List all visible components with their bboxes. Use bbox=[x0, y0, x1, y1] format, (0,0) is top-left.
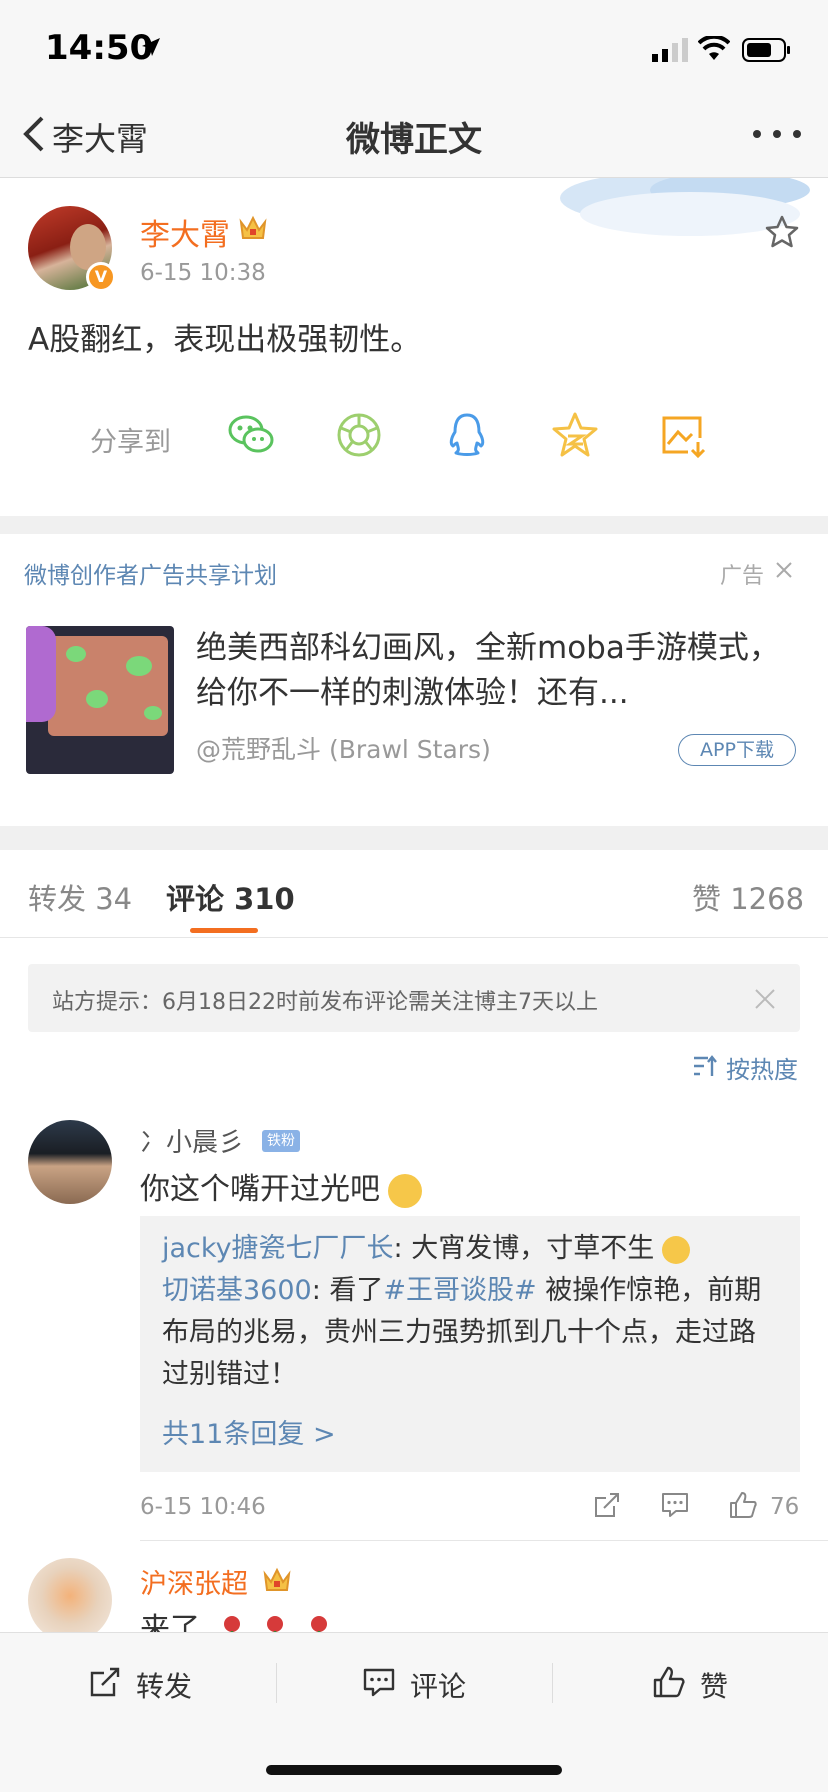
share-icon[interactable] bbox=[592, 1490, 622, 1520]
reply-text: : 大宵发博，寸草不生 bbox=[393, 1233, 655, 1264]
hashtag-link[interactable]: #王哥谈股# bbox=[383, 1275, 536, 1306]
battery-icon bbox=[742, 38, 790, 62]
wechat-icon[interactable] bbox=[226, 410, 276, 460]
reply-author[interactable]: 切诺基3600 bbox=[162, 1275, 312, 1306]
close-icon[interactable] bbox=[774, 560, 794, 580]
qq-icon[interactable] bbox=[442, 410, 492, 460]
commenter-avatar[interactable] bbox=[28, 1120, 112, 1204]
cellular-signal-icon bbox=[652, 38, 688, 62]
view-all-replies-link[interactable]: 共11条回复 > bbox=[162, 1412, 336, 1451]
moments-icon[interactable] bbox=[334, 410, 384, 460]
save-image-icon[interactable] bbox=[658, 410, 708, 460]
bottom-separator bbox=[276, 1663, 277, 1703]
reply-text-pre: : 看了 bbox=[311, 1275, 384, 1306]
comment-divider bbox=[140, 1540, 828, 1541]
verified-badge-icon: V bbox=[86, 262, 116, 292]
sort-label: 按热度 bbox=[726, 1056, 798, 1084]
post-time: 6-15 10:38 bbox=[140, 260, 266, 286]
tab-comment-label: 评论 bbox=[166, 882, 225, 916]
tab-indicator bbox=[190, 928, 258, 933]
notice-text: 站方提示：6月18日22时前发布评论需关注博主7天以上 bbox=[52, 990, 598, 1015]
comment-icon bbox=[363, 1668, 395, 1697]
repost-icon bbox=[90, 1667, 120, 1697]
navigation-bar: 李大霄 微博正文 bbox=[0, 92, 828, 178]
site-notice: 站方提示：6月18日22时前发布评论需关注博主7天以上 bbox=[28, 964, 800, 1032]
thumbs-up-icon bbox=[653, 1666, 685, 1698]
location-arrow-icon bbox=[142, 38, 160, 56]
thumbs-up-icon[interactable] bbox=[728, 1490, 758, 1520]
comment-button[interactable]: 评论 bbox=[362, 1663, 502, 1703]
reply-icon[interactable] bbox=[660, 1490, 690, 1520]
repost-label: 转发 bbox=[136, 1670, 193, 1703]
tab-repost[interactable]: 转发 34 bbox=[28, 876, 132, 918]
ad-tag: 广告 bbox=[720, 564, 765, 589]
ad-source[interactable]: @荒野乱斗 (Brawl Stars) bbox=[196, 730, 491, 766]
crown-icon bbox=[239, 215, 267, 239]
favorite-star-icon[interactable] bbox=[764, 214, 800, 250]
tab-like-count: 1268 bbox=[730, 882, 805, 916]
status-time: 14:50 bbox=[45, 28, 154, 68]
shush-emoji-icon bbox=[388, 1173, 422, 1208]
tab-repost-label: 转发 bbox=[28, 882, 87, 916]
iron-fan-badge: 铁粉 bbox=[262, 1130, 300, 1152]
commenter-name[interactable]: 沪深张超 bbox=[140, 1562, 248, 1601]
section-divider bbox=[0, 826, 828, 850]
bottom-action-bar: 转发 评论 赞 bbox=[0, 1632, 828, 1792]
ad-plan-label[interactable]: 微博创作者广告共享计划 bbox=[24, 556, 277, 590]
author-name[interactable]: 李大霄 bbox=[140, 210, 230, 254]
reply-item[interactable]: 切诺基3600: 看了#王哥谈股# 被操作惊艳，前期布局的兆易，贵州三力强势抓到… bbox=[162, 1270, 782, 1396]
comment-like-count: 76 bbox=[770, 1494, 800, 1520]
more-options-icon[interactable] bbox=[752, 128, 802, 140]
reply-list[interactable]: jacky搪瓷七厂厂长: 大宵发博，寸草不生 切诺基3600: 看了#王哥谈股#… bbox=[140, 1216, 800, 1472]
app-download-button[interactable]: APP下载 bbox=[678, 734, 796, 766]
like-button[interactable]: 赞 bbox=[652, 1663, 762, 1703]
bottom-separator bbox=[552, 1663, 553, 1703]
page-title: 微博正文 bbox=[346, 120, 482, 160]
qzone-icon[interactable] bbox=[550, 410, 600, 460]
comment-text-content: 你这个嘴开过光吧 bbox=[140, 1172, 380, 1207]
home-indicator[interactable] bbox=[266, 1765, 562, 1775]
commenter-avatar[interactable] bbox=[28, 1558, 112, 1642]
laugh-cry-emoji-icon bbox=[662, 1235, 691, 1264]
reply-item[interactable]: jacky搪瓷七厂厂长: 大宵发博，寸草不生 bbox=[162, 1228, 782, 1270]
weibo-post: V 李大霄 6-15 10:38 A股翻红，表现出极强韧性。 分享到 bbox=[0, 178, 828, 516]
tab-comment[interactable]: 评论 310 bbox=[166, 876, 295, 918]
tab-comment-count: 310 bbox=[234, 882, 295, 916]
tab-like-label: 赞 bbox=[692, 882, 722, 916]
share-label: 分享到 bbox=[90, 427, 171, 458]
ad-title[interactable]: 绝美西部科幻画风，全新moba手游模式，给你不一样的刺激体验！还有... bbox=[196, 626, 796, 716]
tab-like[interactable]: 赞 1268 bbox=[692, 876, 804, 918]
commenter-name[interactable]: 冫小晨彡 bbox=[140, 1122, 244, 1159]
wifi-icon bbox=[698, 36, 730, 60]
comment-label: 评论 bbox=[410, 1670, 467, 1703]
interaction-tabs: 转发 34 评论 310 赞 1268 bbox=[0, 850, 828, 938]
repost-button[interactable]: 转发 bbox=[88, 1663, 228, 1703]
like-label: 赞 bbox=[700, 1670, 729, 1703]
ad-thumbnail[interactable] bbox=[26, 626, 174, 774]
section-divider bbox=[0, 516, 828, 534]
close-icon[interactable] bbox=[754, 988, 776, 1010]
ad-card[interactable]: 微博创作者广告共享计划 广告 绝美西部科幻画风，全新moba手游模式，给你不一样… bbox=[0, 534, 828, 826]
crown-icon bbox=[263, 1567, 291, 1591]
tab-repost-count: 34 bbox=[95, 882, 133, 916]
comment-text: 你这个嘴开过光吧 bbox=[140, 1164, 422, 1208]
comment-time: 6-15 10:46 bbox=[140, 1494, 266, 1520]
status-bar: 14:50 bbox=[0, 0, 828, 92]
reply-author[interactable]: jacky搪瓷七厂厂长 bbox=[162, 1233, 394, 1264]
sort-icon bbox=[694, 1055, 717, 1076]
post-text: A股翻红，表现出极强韧性。 bbox=[28, 322, 422, 358]
